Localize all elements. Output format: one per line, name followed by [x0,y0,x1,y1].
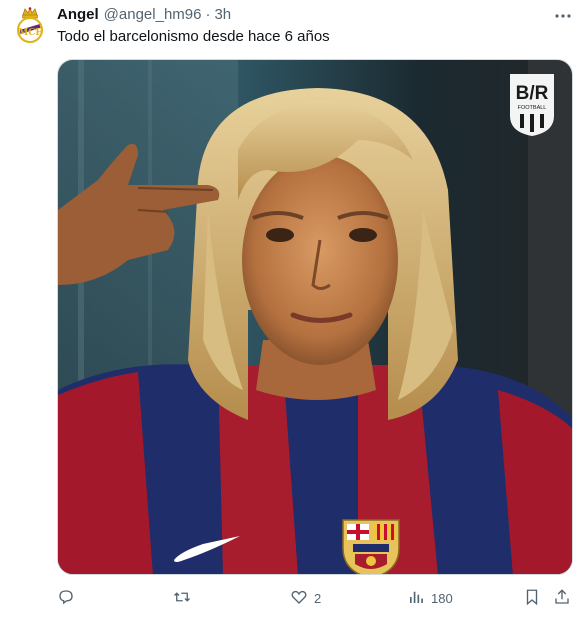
views-button[interactable]: 180 [407,586,453,610]
reply-icon [57,588,75,609]
retweet-icon [173,588,191,609]
retweet-button[interactable] [173,586,197,610]
tweet-time[interactable]: 3h [214,6,231,23]
like-button[interactable]: 2 [290,586,321,610]
share-button[interactable] [553,586,571,610]
real-madrid-crest-icon[interactable]: MCF [14,6,46,46]
tweet-actions: 2 180 [57,586,573,610]
share-icon [553,588,571,609]
tweet[interactable]: MCF Angel @angel_hm96 · 3h Todo el barce… [0,0,584,620]
like-count: 2 [314,590,322,606]
tweet-text: Todo el barcelonismo desde hace 6 años [57,28,330,45]
reply-button[interactable] [57,586,81,610]
heart-icon [290,588,308,609]
more-icon[interactable] [552,6,574,26]
svg-text:MCF: MCF [18,28,42,38]
bookmark-button[interactable] [523,586,541,610]
views-count: 180 [431,590,453,606]
header-separator: · [205,6,211,23]
views-icon [407,588,425,609]
author-handle[interactable]: @angel_hm96 [104,6,202,23]
tweet-header: Angel @angel_hm96 · 3h [57,6,231,26]
bookmark-icon [523,588,541,609]
svg-text:FOOTBALL: FOOTBALL [518,105,547,111]
author-name[interactable]: Angel [57,6,99,23]
tweet-media-image[interactable]: B/R FOOTBALL [57,59,573,575]
svg-text:B/R: B/R [516,83,549,104]
